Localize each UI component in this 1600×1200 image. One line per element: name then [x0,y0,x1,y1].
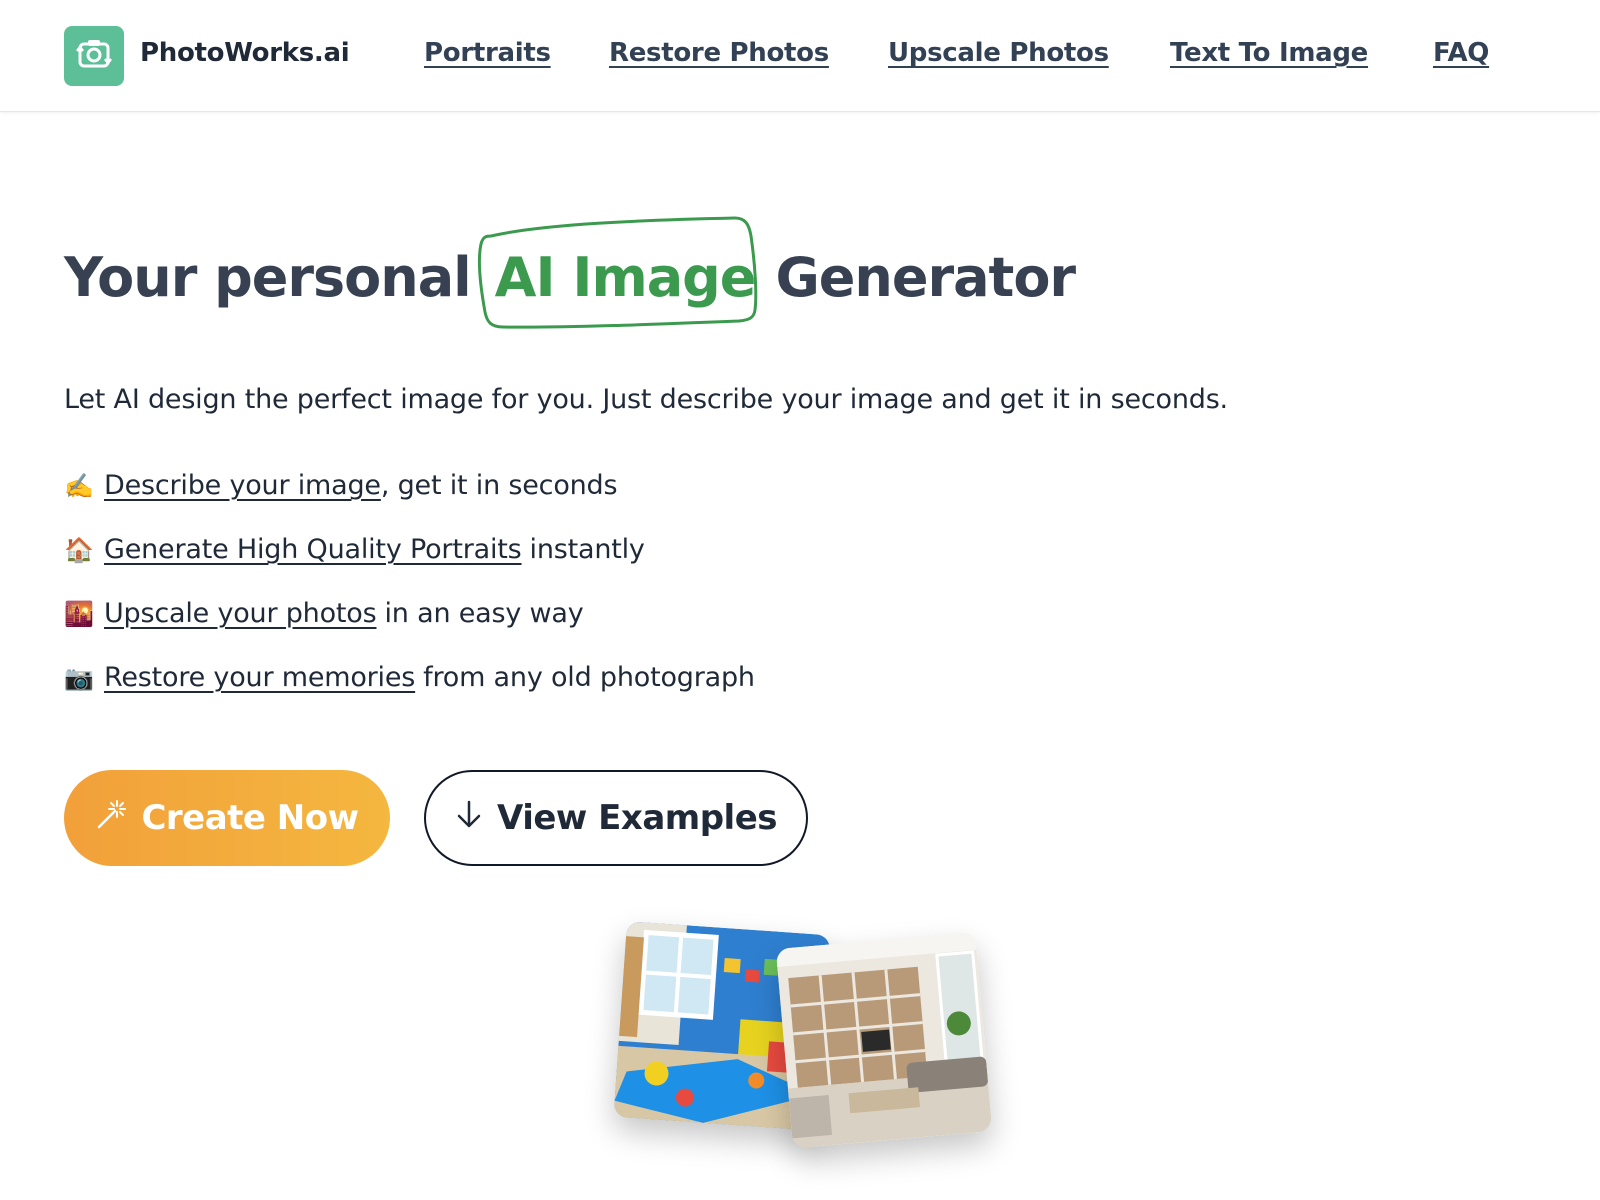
brand-name[interactable]: PhotoWorks.ai [140,38,350,68]
arrow-down-icon [455,798,483,838]
feature-item: 🌇 Upscale your photos in an easy way [64,598,584,629]
feature-text: from any old photograph [423,662,755,693]
page-title: Your personal AI Image Generator [64,216,1076,329]
feature-link-restore[interactable]: Restore your memories [104,662,415,693]
feature-link-upscale[interactable]: Upscale your photos [104,598,377,629]
nav-portraits[interactable]: Portraits [424,38,551,68]
nav-restore-photos[interactable]: Restore Photos [609,38,829,68]
feature-item: 🏠 Generate High Quality Portraits instan… [64,534,645,565]
site-header: PhotoWorks.ai Portraits Restore Photos U… [0,0,1600,112]
feature-item: ✍️ Describe your image , get it in secon… [64,470,618,501]
headline-highlight-text: AI Image [494,246,757,309]
living-room-preview-image [775,931,993,1149]
hero-subtitle: Let AI design the perfect image for you.… [64,384,1228,415]
feature-text: , get it in seconds [380,470,618,501]
writing-hand-icon: ✍️ [64,471,94,500]
feature-item: 📷 Restore your memories from any old pho… [64,662,755,693]
create-now-button[interactable]: Create Now [64,770,390,866]
feature-text: in an easy way [384,598,584,629]
house-icon: 🏠 [64,535,94,564]
camera-rotate-icon [73,33,115,79]
magic-wand-icon [95,797,129,840]
view-examples-label: View Examples [497,798,778,838]
headline-highlight: AI Image [477,216,757,329]
create-now-label: Create Now [141,798,359,838]
logo[interactable] [64,26,124,86]
sunset-city-icon: 🌇 [64,599,94,628]
camera-icon: 📷 [64,663,94,692]
feature-text: instantly [529,534,645,565]
view-examples-button[interactable]: View Examples [424,770,808,866]
headline-after: Generator [775,246,1076,309]
nav-upscale-photos[interactable]: Upscale Photos [888,38,1109,68]
nav-faq[interactable]: FAQ [1433,38,1489,68]
nav-text-to-image[interactable]: Text To Image [1170,38,1368,68]
feature-link-describe[interactable]: Describe your image [104,470,381,501]
feature-link-portraits[interactable]: Generate High Quality Portraits [104,534,522,565]
headline-before: Your personal [64,246,472,309]
